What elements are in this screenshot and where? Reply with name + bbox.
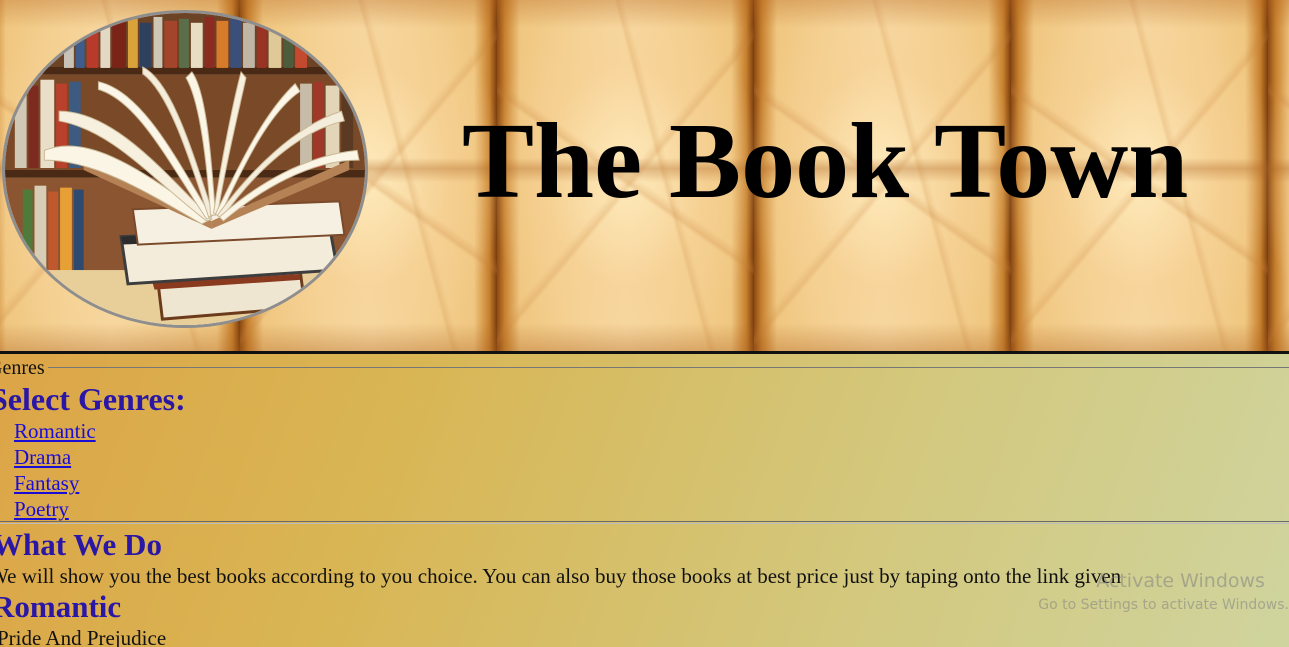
books-stack-icon (5, 13, 365, 325)
genre-item: Fantasy (14, 470, 96, 496)
genre-list: Romantic Drama Fantasy Poetry (14, 418, 96, 522)
site-title: The Book Town (462, 102, 1189, 221)
book-item: Pride And Prejudice (0, 626, 167, 647)
genre-link-drama[interactable]: Drama (14, 445, 71, 469)
section-divider (0, 521, 1289, 524)
watermark-title: Activate Windows (1096, 570, 1265, 592)
romantic-heading: Romantic (0, 589, 122, 624)
genre-link-romantic[interactable]: Romantic (14, 419, 96, 443)
select-genres-heading: Select Genres: (0, 381, 186, 417)
genre-item: Poetry (14, 496, 96, 522)
banner-divider (0, 351, 1289, 354)
parchment-tile (1268, 0, 1289, 351)
genres-legend: Genres (0, 357, 45, 379)
genre-link-fantasy[interactable]: Fantasy (14, 471, 79, 495)
genre-link-poetry[interactable]: Poetry (14, 497, 69, 521)
genre-item: Romantic (14, 418, 96, 444)
header-banner: The Book Town (0, 0, 1289, 351)
watermark-subtitle: Go to Settings to activate Windows. (1038, 597, 1289, 613)
what-we-do-text: We will show you the best books accordin… (0, 564, 1122, 588)
fieldset-border (48, 367, 1289, 368)
logo-image (2, 10, 368, 328)
activate-windows-watermark: Activate Windows Go to Settings to activ… (1038, 569, 1289, 614)
what-we-do-heading: What We Do (0, 527, 162, 562)
genre-item: Drama (14, 444, 96, 470)
